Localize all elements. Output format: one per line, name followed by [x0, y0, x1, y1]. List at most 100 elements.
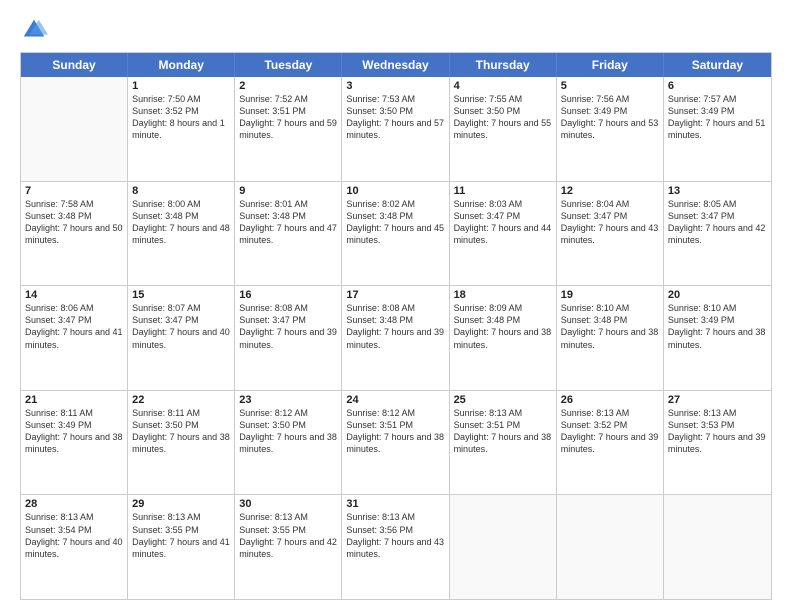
- day-number: 25: [454, 394, 552, 406]
- cell-info: Sunrise: 8:00 AMSunset: 3:48 PMDaylight:…: [132, 198, 230, 247]
- calendar-cell: 7Sunrise: 7:58 AMSunset: 3:48 PMDaylight…: [21, 182, 128, 286]
- cell-info: Sunrise: 8:13 AMSunset: 3:56 PMDaylight:…: [346, 511, 444, 560]
- calendar-cell: [557, 495, 664, 599]
- day-number: 23: [239, 394, 337, 406]
- calendar-cell: 9Sunrise: 8:01 AMSunset: 3:48 PMDaylight…: [235, 182, 342, 286]
- cell-info: Sunrise: 7:56 AMSunset: 3:49 PMDaylight:…: [561, 93, 659, 142]
- cell-info: Sunrise: 7:57 AMSunset: 3:49 PMDaylight:…: [668, 93, 767, 142]
- cell-info: Sunrise: 8:13 AMSunset: 3:55 PMDaylight:…: [132, 511, 230, 560]
- calendar-cell: [664, 495, 771, 599]
- page: SundayMondayTuesdayWednesdayThursdayFrid…: [0, 0, 792, 612]
- calendar-cell: 30Sunrise: 8:13 AMSunset: 3:55 PMDayligh…: [235, 495, 342, 599]
- calendar-cell: 6Sunrise: 7:57 AMSunset: 3:49 PMDaylight…: [664, 77, 771, 181]
- calendar: SundayMondayTuesdayWednesdayThursdayFrid…: [20, 52, 772, 600]
- cell-info: Sunrise: 8:04 AMSunset: 3:47 PMDaylight:…: [561, 198, 659, 247]
- calendar-cell: 19Sunrise: 8:10 AMSunset: 3:48 PMDayligh…: [557, 286, 664, 390]
- cell-info: Sunrise: 8:03 AMSunset: 3:47 PMDaylight:…: [454, 198, 552, 247]
- calendar-cell: 27Sunrise: 8:13 AMSunset: 3:53 PMDayligh…: [664, 391, 771, 495]
- calendar-cell: 26Sunrise: 8:13 AMSunset: 3:52 PMDayligh…: [557, 391, 664, 495]
- cell-info: Sunrise: 8:11 AMSunset: 3:49 PMDaylight:…: [25, 407, 123, 456]
- day-number: 21: [25, 394, 123, 406]
- calendar-cell: 2Sunrise: 7:52 AMSunset: 3:51 PMDaylight…: [235, 77, 342, 181]
- day-number: 24: [346, 394, 444, 406]
- calendar-cell: 10Sunrise: 8:02 AMSunset: 3:48 PMDayligh…: [342, 182, 449, 286]
- cell-info: Sunrise: 8:05 AMSunset: 3:47 PMDaylight:…: [668, 198, 767, 247]
- cell-info: Sunrise: 8:07 AMSunset: 3:47 PMDaylight:…: [132, 302, 230, 351]
- calendar-body: 1Sunrise: 7:50 AMSunset: 3:52 PMDaylight…: [21, 77, 771, 599]
- calendar-row-3: 14Sunrise: 8:06 AMSunset: 3:47 PMDayligh…: [21, 285, 771, 390]
- day-number: 26: [561, 394, 659, 406]
- logo: [20, 16, 52, 44]
- cell-info: Sunrise: 8:08 AMSunset: 3:47 PMDaylight:…: [239, 302, 337, 351]
- calendar-cell: 3Sunrise: 7:53 AMSunset: 3:50 PMDaylight…: [342, 77, 449, 181]
- calendar-cell: 28Sunrise: 8:13 AMSunset: 3:54 PMDayligh…: [21, 495, 128, 599]
- calendar-cell: 25Sunrise: 8:13 AMSunset: 3:51 PMDayligh…: [450, 391, 557, 495]
- day-number: 31: [346, 498, 444, 510]
- calendar-cell: 8Sunrise: 8:00 AMSunset: 3:48 PMDaylight…: [128, 182, 235, 286]
- cell-info: Sunrise: 8:06 AMSunset: 3:47 PMDaylight:…: [25, 302, 123, 351]
- cell-info: Sunrise: 7:55 AMSunset: 3:50 PMDaylight:…: [454, 93, 552, 142]
- calendar-cell: 22Sunrise: 8:11 AMSunset: 3:50 PMDayligh…: [128, 391, 235, 495]
- calendar-cell: 29Sunrise: 8:13 AMSunset: 3:55 PMDayligh…: [128, 495, 235, 599]
- cell-info: Sunrise: 8:01 AMSunset: 3:48 PMDaylight:…: [239, 198, 337, 247]
- day-number: 8: [132, 185, 230, 197]
- day-number: 5: [561, 80, 659, 92]
- calendar-cell: 15Sunrise: 8:07 AMSunset: 3:47 PMDayligh…: [128, 286, 235, 390]
- calendar-row-1: 1Sunrise: 7:50 AMSunset: 3:52 PMDaylight…: [21, 77, 771, 181]
- day-number: 9: [239, 185, 337, 197]
- calendar-cell: 16Sunrise: 8:08 AMSunset: 3:47 PMDayligh…: [235, 286, 342, 390]
- day-of-week-wednesday: Wednesday: [342, 53, 449, 77]
- calendar-cell: [21, 77, 128, 181]
- cell-info: Sunrise: 8:13 AMSunset: 3:55 PMDaylight:…: [239, 511, 337, 560]
- day-number: 10: [346, 185, 444, 197]
- cell-info: Sunrise: 8:13 AMSunset: 3:54 PMDaylight:…: [25, 511, 123, 560]
- day-of-week-tuesday: Tuesday: [235, 53, 342, 77]
- calendar-cell: 11Sunrise: 8:03 AMSunset: 3:47 PMDayligh…: [450, 182, 557, 286]
- cell-info: Sunrise: 7:52 AMSunset: 3:51 PMDaylight:…: [239, 93, 337, 142]
- cell-info: Sunrise: 8:12 AMSunset: 3:51 PMDaylight:…: [346, 407, 444, 456]
- calendar-cell: 24Sunrise: 8:12 AMSunset: 3:51 PMDayligh…: [342, 391, 449, 495]
- cell-info: Sunrise: 8:09 AMSunset: 3:48 PMDaylight:…: [454, 302, 552, 351]
- calendar-cell: 1Sunrise: 7:50 AMSunset: 3:52 PMDaylight…: [128, 77, 235, 181]
- day-number: 11: [454, 185, 552, 197]
- day-number: 30: [239, 498, 337, 510]
- day-number: 20: [668, 289, 767, 301]
- cell-info: Sunrise: 7:58 AMSunset: 3:48 PMDaylight:…: [25, 198, 123, 247]
- cell-info: Sunrise: 8:13 AMSunset: 3:52 PMDaylight:…: [561, 407, 659, 456]
- calendar-cell: 18Sunrise: 8:09 AMSunset: 3:48 PMDayligh…: [450, 286, 557, 390]
- calendar-row-5: 28Sunrise: 8:13 AMSunset: 3:54 PMDayligh…: [21, 494, 771, 599]
- cell-info: Sunrise: 8:12 AMSunset: 3:50 PMDaylight:…: [239, 407, 337, 456]
- calendar-cell: 31Sunrise: 8:13 AMSunset: 3:56 PMDayligh…: [342, 495, 449, 599]
- cell-info: Sunrise: 7:50 AMSunset: 3:52 PMDaylight:…: [132, 93, 230, 142]
- calendar-cell: [450, 495, 557, 599]
- day-number: 28: [25, 498, 123, 510]
- day-number: 22: [132, 394, 230, 406]
- cell-info: Sunrise: 8:13 AMSunset: 3:51 PMDaylight:…: [454, 407, 552, 456]
- day-number: 18: [454, 289, 552, 301]
- day-of-week-saturday: Saturday: [664, 53, 771, 77]
- cell-info: Sunrise: 7:53 AMSunset: 3:50 PMDaylight:…: [346, 93, 444, 142]
- day-number: 15: [132, 289, 230, 301]
- calendar-cell: 14Sunrise: 8:06 AMSunset: 3:47 PMDayligh…: [21, 286, 128, 390]
- calendar-cell: 21Sunrise: 8:11 AMSunset: 3:49 PMDayligh…: [21, 391, 128, 495]
- day-number: 14: [25, 289, 123, 301]
- cell-info: Sunrise: 8:02 AMSunset: 3:48 PMDaylight:…: [346, 198, 444, 247]
- day-number: 13: [668, 185, 767, 197]
- cell-info: Sunrise: 8:10 AMSunset: 3:49 PMDaylight:…: [668, 302, 767, 351]
- day-of-week-monday: Monday: [128, 53, 235, 77]
- calendar-cell: 20Sunrise: 8:10 AMSunset: 3:49 PMDayligh…: [664, 286, 771, 390]
- day-of-week-sunday: Sunday: [21, 53, 128, 77]
- calendar-cell: 4Sunrise: 7:55 AMSunset: 3:50 PMDaylight…: [450, 77, 557, 181]
- day-number: 3: [346, 80, 444, 92]
- calendar-row-2: 7Sunrise: 7:58 AMSunset: 3:48 PMDaylight…: [21, 181, 771, 286]
- calendar-cell: 23Sunrise: 8:12 AMSunset: 3:50 PMDayligh…: [235, 391, 342, 495]
- cell-info: Sunrise: 8:11 AMSunset: 3:50 PMDaylight:…: [132, 407, 230, 456]
- day-number: 19: [561, 289, 659, 301]
- calendar-cell: 17Sunrise: 8:08 AMSunset: 3:48 PMDayligh…: [342, 286, 449, 390]
- day-number: 29: [132, 498, 230, 510]
- calendar-cell: 13Sunrise: 8:05 AMSunset: 3:47 PMDayligh…: [664, 182, 771, 286]
- cell-info: Sunrise: 8:13 AMSunset: 3:53 PMDaylight:…: [668, 407, 767, 456]
- calendar-cell: 5Sunrise: 7:56 AMSunset: 3:49 PMDaylight…: [557, 77, 664, 181]
- header: [20, 16, 772, 44]
- day-number: 6: [668, 80, 767, 92]
